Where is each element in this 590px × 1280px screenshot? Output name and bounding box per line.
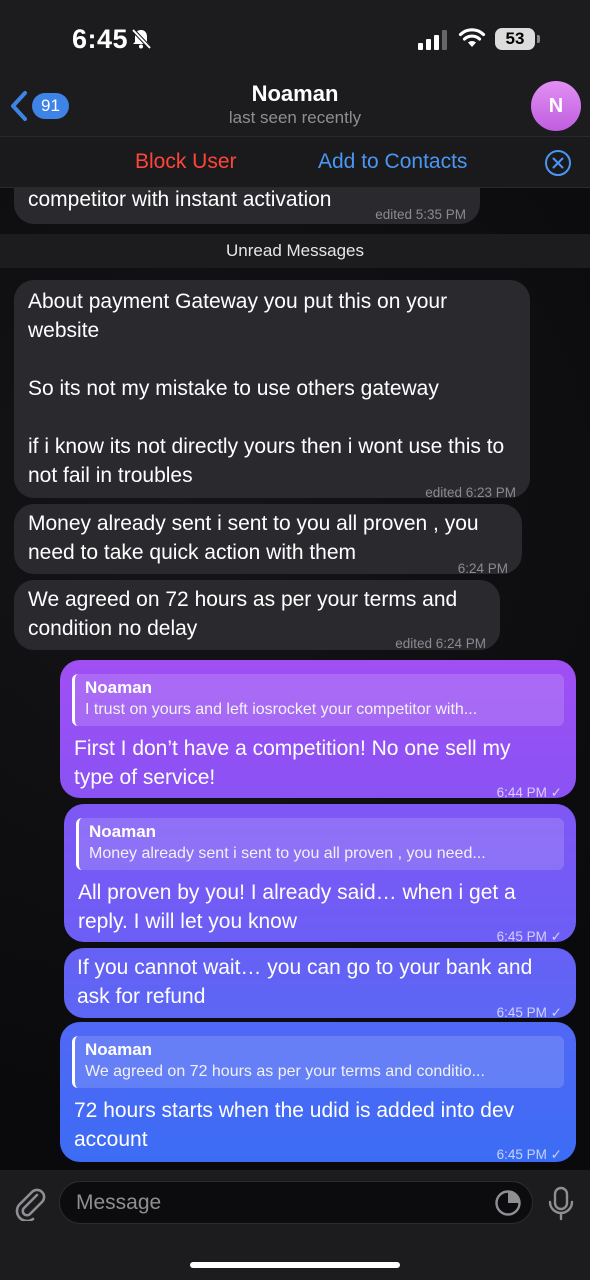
message-text: If you cannot wait… you can go to your b… <box>77 956 533 1008</box>
message-meta: edited 6:23 PM <box>425 485 516 500</box>
quote-author: Noaman <box>85 1040 153 1059</box>
message-meta: edited 5:35 PM <box>375 207 466 222</box>
avatar[interactable]: N <box>531 81 581 131</box>
chat-header: 91 Noaman last seen recently N <box>0 78 590 136</box>
incoming-message[interactable]: We agreed on 72 hours as per your terms … <box>14 580 500 651</box>
close-icon[interactable] <box>544 149 572 182</box>
chat-subtitle: last seen recently <box>228 108 362 127</box>
sticker-icon[interactable] <box>494 1189 522 1222</box>
chat-title[interactable]: Noaman <box>0 81 590 107</box>
microphone-icon[interactable] <box>548 1186 574 1227</box>
message-meta: 6:24 PM <box>457 561 508 576</box>
message-meta: 6:45 PM ✓ <box>496 929 562 944</box>
contact-action-bar: Block User Add to Contacts <box>0 136 590 188</box>
wifi-icon <box>458 27 486 54</box>
outgoing-message[interactable]: Noaman We agreed on 72 hours as per your… <box>60 1022 576 1162</box>
message-text: First I don’t have a competition! No one… <box>74 737 511 789</box>
block-user-button[interactable]: Block User <box>135 150 237 174</box>
message-meta: 6:45 PM ✓ <box>496 1147 562 1162</box>
quote-author: Noaman <box>89 822 157 841</box>
message-meta: 6:44 PM ✓ <box>496 785 562 800</box>
reply-quote[interactable]: Noaman I trust on yours and left iosrock… <box>72 674 564 726</box>
message-field[interactable] <box>59 1181 533 1224</box>
battery-tip <box>537 35 540 43</box>
status-time: 6:45 <box>72 24 129 54</box>
message-input[interactable] <box>76 1188 476 1218</box>
home-indicator[interactable] <box>190 1262 400 1268</box>
unread-messages-divider: Unread Messages <box>0 234 590 268</box>
message-text: Money already sent i sent to you all pro… <box>28 512 485 564</box>
outgoing-message[interactable]: If you cannot wait… you can go to your b… <box>64 948 576 1020</box>
battery-indicator: 53 <box>495 28 535 50</box>
quote-author: Noaman <box>85 678 153 697</box>
quote-text: Money already sent i sent to you all pro… <box>89 845 486 862</box>
incoming-message[interactable]: Money already sent i sent to you all pro… <box>14 504 522 576</box>
message-meta: edited 6:24 PM <box>395 636 486 651</box>
paperclip-icon[interactable] <box>12 1183 46 1226</box>
status-bar: 6:45 53 <box>0 0 590 78</box>
message-text: 72 hours starts when the udid is added i… <box>74 1099 515 1151</box>
cell-signal-icon <box>418 30 448 55</box>
quote-text: I trust on yours and left iosrocket your… <box>85 701 478 718</box>
incoming-message[interactable]: competitor with instant activation edite… <box>14 188 480 224</box>
add-to-contacts-button[interactable]: Add to Contacts <box>318 150 467 174</box>
incoming-message[interactable]: About payment Gateway you put this on yo… <box>14 280 530 500</box>
outgoing-message[interactable]: Noaman I trust on yours and left iosrock… <box>60 660 576 800</box>
reply-quote[interactable]: Noaman Money already sent i sent to you … <box>76 818 564 870</box>
outgoing-message[interactable]: Noaman Money already sent i sent to you … <box>64 804 576 944</box>
quote-text: We agreed on 72 hours as per your terms … <box>85 1063 485 1080</box>
message-text: All proven by you! I already said… when … <box>78 881 516 933</box>
silent-bell-icon <box>130 28 152 55</box>
reply-quote[interactable]: Noaman We agreed on 72 hours as per your… <box>72 1036 564 1088</box>
message-text: About payment Gateway you put this on yo… <box>28 290 505 487</box>
message-text: competitor with instant activation <box>28 188 332 211</box>
